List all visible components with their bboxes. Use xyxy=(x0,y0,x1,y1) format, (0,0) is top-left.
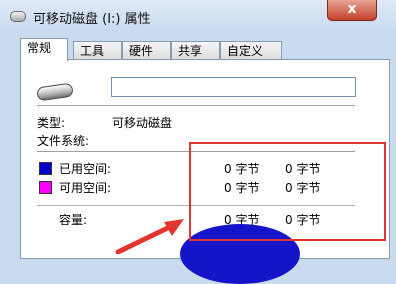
type-label: 类型: xyxy=(37,116,66,130)
close-button[interactable]: x xyxy=(327,0,377,21)
close-icon: x xyxy=(347,1,357,17)
removable-drive-icon xyxy=(10,11,26,22)
filesystem-label: 文件系统: xyxy=(37,134,90,148)
free-space-swatch xyxy=(39,181,52,194)
tab-general[interactable]: 常规 xyxy=(20,38,68,61)
tab-sharing[interactable]: 共享 xyxy=(171,41,220,59)
type-value: 可移动磁盘 xyxy=(112,116,173,130)
drive-name-input[interactable] xyxy=(111,77,356,97)
capacity-label: 容量: xyxy=(59,213,88,227)
used-space-swatch xyxy=(39,162,52,175)
used-space-label: 已用空间: xyxy=(59,162,112,176)
free-space-label: 可用空间: xyxy=(59,181,112,195)
window-title: 可移动磁盘 (I:) 属性 xyxy=(33,12,151,27)
tab-hardware[interactable]: 硬件 xyxy=(122,41,171,59)
divider-top xyxy=(37,105,355,106)
title-bar: 可移动磁盘 (I:) 属性 x xyxy=(0,0,396,34)
annotation-highlight-box xyxy=(189,142,386,241)
annotation-arrow-icon xyxy=(115,219,184,254)
tab-customize[interactable]: 自定义 xyxy=(220,41,282,59)
tab-tools[interactable]: 工具 xyxy=(73,41,122,59)
